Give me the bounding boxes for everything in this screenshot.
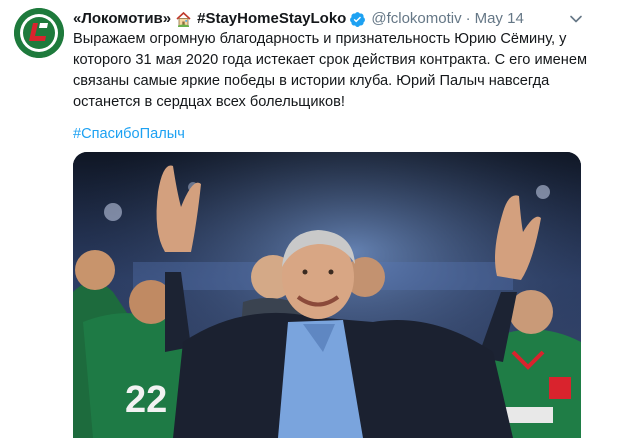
lokomotiv-logo-icon <box>14 8 64 58</box>
user-handle[interactable]: @fclokomotiv <box>371 9 461 29</box>
display-name[interactable]: «Локомотив» <box>73 9 171 29</box>
tweet-photo[interactable]: 22 <box>73 152 581 438</box>
tweet-header: «Локомотив» #StayHomeStayLoko @fclokomot… <box>73 9 524 29</box>
hashtag-link[interactable]: #СпасибоПалыч <box>73 124 185 144</box>
more-options-button[interactable] <box>567 10 585 28</box>
tweet-timestamp[interactable]: May 14 <box>475 9 524 29</box>
tweet-text: Выражаем огромную благодарность и призна… <box>73 31 587 110</box>
separator-dot: · <box>465 10 471 27</box>
avatar[interactable] <box>14 8 64 58</box>
house-emoji-icon <box>175 11 192 28</box>
verified-badge-icon <box>349 11 366 28</box>
jersey-number: 22 <box>125 379 167 421</box>
chevron-down-icon <box>570 15 582 23</box>
tweet[interactable]: «Локомотив» #StayHomeStayLoko @fclokomot… <box>0 0 627 438</box>
name-hashtag[interactable]: #StayHomeStayLoko <box>197 9 346 29</box>
photo-coach-celebrating: 22 <box>73 152 581 438</box>
